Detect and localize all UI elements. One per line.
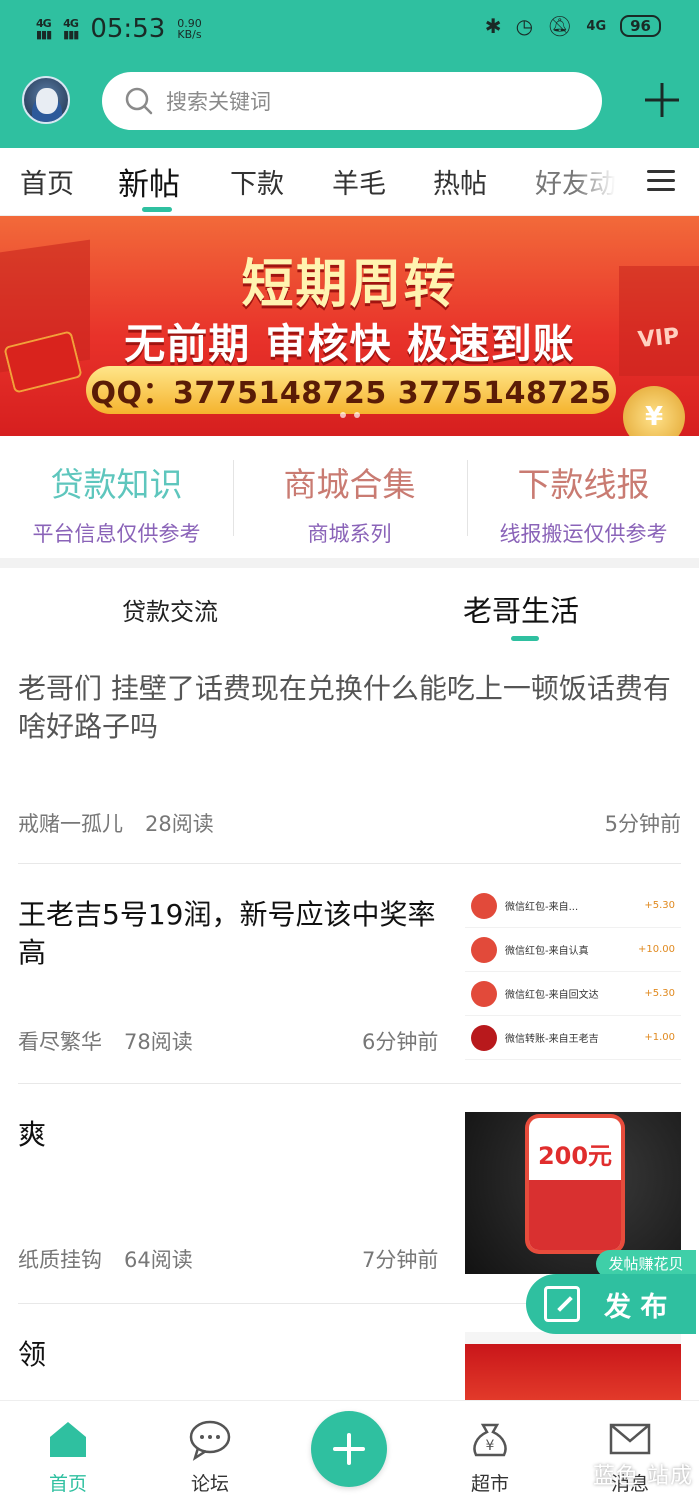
red-envelope-icon — [471, 892, 497, 919]
post-meta: 戒赌一孤儿 28阅读 — [18, 808, 214, 838]
quick-link-title: 贷款知识 — [50, 465, 183, 504]
avatar[interactable] — [22, 76, 70, 124]
cash-value: 200元 — [537, 1142, 613, 1170]
subtab-bro-life[interactable]: 老哥生活 — [463, 588, 579, 641]
money-bag-icon: ¥ — [473, 1423, 507, 1457]
mail-icon — [609, 1423, 651, 1455]
card-lower — [529, 1180, 621, 1250]
publish-button[interactable]: 发 布 — [526, 1274, 696, 1334]
status-left: 4G ▮▮▮ 4G ▮▮▮ 05:53 0.90 KB/s — [36, 14, 202, 44]
search-icon — [125, 87, 153, 115]
section-gap — [0, 558, 699, 568]
quick-link-loan-knowledge[interactable]: 贷款知识 平台信息仅供参考 — [0, 458, 233, 548]
wanglaoji-logo-icon — [471, 1024, 497, 1051]
post-title: 王老吉5号19润，新号应该中奖率高 — [18, 898, 436, 969]
quick-link-title: 商城合集 — [283, 465, 416, 504]
post-reads: 78阅读 — [124, 1030, 193, 1054]
coin-icon: ¥ — [623, 386, 685, 436]
post-author: 看尽繁华 — [18, 1030, 102, 1054]
chat-icon — [189, 1420, 231, 1461]
add-icon[interactable] — [642, 80, 682, 120]
publish-float[interactable]: 发帖赚花贝 发 布 — [526, 1250, 696, 1334]
post-item[interactable]: 王老吉5号19润，新号应该中奖率高 看尽繁华 78阅读 6分钟前 微信红包-来自.… — [18, 864, 681, 1084]
app-header: 搜索关键词 — [0, 56, 699, 148]
post-time: 5分钟前 — [604, 812, 681, 836]
thumb-row: 微信红包-来自认真 +10.00 — [465, 928, 681, 972]
post-reads: 28阅读 — [145, 812, 214, 836]
post-thumbnail[interactable]: 微信红包-来自... +5.30 微信红包-来自认真 +10.00 微信红包-来自回… — [465, 884, 681, 1064]
category-tabs: 首页 新帖 下款 羊毛 热帖 好友动 — [0, 148, 699, 216]
subtab-loan-talk[interactable]: 贷款交流 — [122, 592, 218, 627]
nav-market[interactable]: ¥ 超市 — [430, 1401, 550, 1496]
sub-tabs: 贷款交流 老哥生活 — [0, 568, 699, 650]
status-time: 05:53 — [90, 14, 166, 44]
nav-forum[interactable]: 论坛 — [150, 1401, 270, 1496]
menu-icon[interactable] — [647, 170, 675, 192]
add-post-button[interactable] — [311, 1411, 387, 1487]
vip-badge: VIP — [636, 323, 681, 354]
nav-label: 首页 — [48, 1473, 87, 1495]
post-title: 老哥们 挂壁了话费现在兑换什么能吃上一顿饭话费有啥好路子吗 — [18, 672, 671, 743]
post-item[interactable]: 老哥们 挂壁了话费现在兑换什么能吃上一顿饭话费有啥好路子吗 戒赌一孤儿 28阅读 … — [18, 650, 681, 864]
search-bar[interactable]: 搜索关键词 — [102, 72, 602, 130]
network-type: 4G — [586, 18, 607, 34]
publish-label: 发 布 — [604, 1291, 668, 1323]
post-reads: 64阅读 — [124, 1248, 193, 1272]
home-icon — [50, 1422, 86, 1457]
post-author: 戒赌一孤儿 — [18, 812, 123, 836]
tab-new-posts[interactable]: 新帖 — [118, 159, 180, 212]
post-author: 纸质挂钩 — [18, 1248, 102, 1272]
battery-icon: 96 — [620, 15, 661, 37]
status-right: ✱ ◷ 🔕︎ 4G 96 — [485, 14, 661, 38]
status-bar: 4G ▮▮▮ 4G ▮▮▮ 05:53 0.90 KB/s ✱ ◷ 🔕︎ 4G 96 — [0, 0, 699, 56]
post-thumbnail[interactable] — [465, 1332, 681, 1400]
quick-link-subtitle: 平台信息仅供参考 — [32, 522, 201, 546]
red-envelope-icon — [471, 980, 497, 1007]
tab-loans[interactable]: 下款 — [230, 162, 284, 201]
red-envelope-icon — [471, 936, 497, 963]
nav-home[interactable]: 首页 — [8, 1401, 128, 1496]
thumb-row: 微信红包-来自回文达 +5.30 — [465, 972, 681, 1016]
quick-link-subtitle: 线报搬运仅供参考 — [499, 522, 668, 546]
banner-subtitle: 无前期 审核快 极速到账 — [124, 320, 575, 368]
thumb-row: 微信红包-来自... +5.30 — [465, 884, 681, 928]
nav-label: 论坛 — [190, 1473, 229, 1495]
post-time: 7分钟前 — [362, 1248, 439, 1272]
quick-link-title: 下款线报 — [517, 465, 650, 504]
search-placeholder: 搜索关键词 — [166, 90, 271, 114]
post-meta: 纸质挂钩 64阅读 — [18, 1244, 193, 1274]
tab-deals[interactable]: 羊毛 — [332, 162, 386, 201]
thumb-row: 微信转账-来自王老吉 +1.00 — [465, 1016, 681, 1060]
tab-friends[interactable]: 好友动 — [535, 162, 616, 201]
banner-title: 短期周转 — [241, 255, 458, 315]
quick-link-subtitle: 商城系列 — [307, 522, 392, 546]
post-meta: 看尽繁华 78阅读 — [18, 1026, 193, 1056]
tab-hot[interactable]: 热帖 — [433, 162, 487, 201]
quick-link-news[interactable]: 下款线报 线报搬运仅供参考 — [467, 458, 699, 548]
mute-icon: 🔕︎ — [547, 14, 573, 38]
bluetooth-icon: ✱ — [484, 14, 502, 38]
post-time: 6分钟前 — [362, 1030, 439, 1054]
signal-icon-2: 4G ▮▮▮ — [63, 17, 79, 41]
svg-text:¥: ¥ — [486, 1438, 495, 1454]
nav-label: 超市 — [470, 1473, 509, 1495]
tab-home[interactable]: 首页 — [20, 162, 74, 201]
network-speed: 0.90 KB/s — [177, 17, 202, 41]
carousel-dots — [340, 412, 360, 418]
alarm-icon: ◷ — [515, 14, 534, 38]
cash-card: 200元 — [529, 1118, 621, 1250]
edit-icon — [544, 1286, 580, 1322]
quick-link-mall[interactable]: 商城合集 商城系列 — [233, 458, 466, 548]
signal-icon: 4G ▮▮▮ — [36, 17, 52, 41]
banner-contact: QQ：3775148725 3775148725 — [86, 366, 616, 414]
promo-banner[interactable]: 短期周转 无前期 审核快 极速到账 QQ：3775148725 37751487… — [0, 216, 699, 436]
watermark: 蓝色 站成 — [593, 1464, 693, 1489]
quick-links: 贷款知识 平台信息仅供参考 商城合集 商城系列 下款线报 线报搬运仅供参考 — [0, 436, 699, 558]
